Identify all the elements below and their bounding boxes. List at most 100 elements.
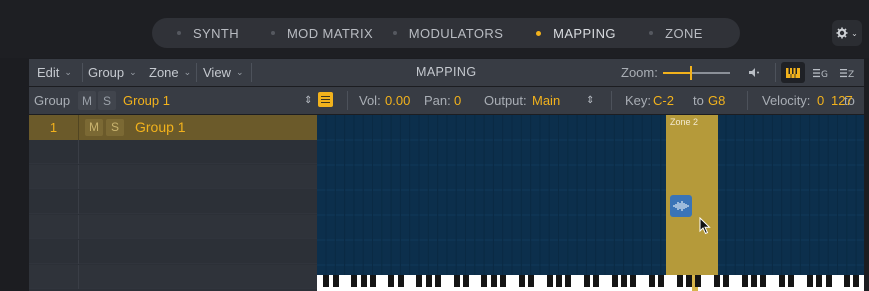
audio-file-button[interactable] <box>670 195 692 217</box>
black-key[interactable] <box>490 275 497 287</box>
black-key[interactable] <box>481 275 488 287</box>
row-number-cell <box>29 240 79 264</box>
black-key[interactable] <box>518 275 525 287</box>
row-number-cell <box>29 265 79 289</box>
zone-menu[interactable]: Zone ⌄ <box>149 59 191 86</box>
black-key[interactable] <box>751 275 758 287</box>
black-key[interactable] <box>360 275 367 287</box>
group-row-solo-button[interactable]: S <box>106 119 124 136</box>
velocity-high-value[interactable]: 127 <box>831 87 853 114</box>
zoom-slider-fill <box>663 72 691 74</box>
black-key[interactable] <box>388 275 395 287</box>
output-label: Output: <box>484 93 527 108</box>
black-key[interactable] <box>676 275 683 287</box>
black-key[interactable] <box>630 275 637 287</box>
group-name-field[interactable]: Group 1 <box>123 87 170 114</box>
volume-value[interactable]: 0.00 <box>385 87 410 114</box>
tab-synth[interactable]: SYNTH <box>152 18 264 48</box>
tab-mapping[interactable]: MAPPING <box>516 18 636 48</box>
zoom-slider[interactable] <box>663 66 730 80</box>
black-key[interactable] <box>620 275 627 287</box>
settings-menu-button[interactable]: ⌄ <box>832 20 862 46</box>
empty-row <box>29 190 317 214</box>
key-low-value[interactable]: C-2 <box>653 87 674 114</box>
black-key[interactable] <box>593 275 599 287</box>
piano-keyboard[interactable] <box>317 275 864 291</box>
group-mute-button[interactable]: M <box>78 91 96 110</box>
black-key[interactable] <box>713 275 720 287</box>
group-row[interactable]: 1 M S Group 1 <box>29 115 317 140</box>
black-key[interactable] <box>760 275 767 287</box>
black-key[interactable] <box>583 275 590 287</box>
black-key[interactable] <box>546 275 553 287</box>
group-row-mute-button[interactable]: M <box>85 119 103 136</box>
black-key[interactable] <box>788 275 795 287</box>
output-value[interactable]: Main <box>532 87 560 114</box>
tab-indicator-dot <box>649 31 654 35</box>
black-key[interactable] <box>565 275 572 287</box>
velocity-low-value[interactable]: 0 <box>817 87 824 114</box>
volume-label: Vol: <box>359 93 381 108</box>
group-menu-icon[interactable] <box>318 92 333 107</box>
updown-arrows-icon[interactable]: ⇕ <box>586 87 594 114</box>
black-key[interactable] <box>806 275 813 287</box>
black-key[interactable] <box>323 275 330 287</box>
black-key[interactable] <box>686 275 692 287</box>
black-key[interactable] <box>416 275 423 287</box>
black-key[interactable] <box>397 275 404 287</box>
black-key[interactable] <box>723 275 730 287</box>
black-key[interactable] <box>462 275 469 287</box>
black-key[interactable] <box>844 275 851 287</box>
black-key[interactable] <box>825 275 832 287</box>
mapping-grid[interactable]: Zone 2 <box>317 115 864 275</box>
key-high-value[interactable]: G8 <box>708 87 725 114</box>
key-range-label: Key: <box>625 93 652 108</box>
black-key[interactable] <box>500 275 506 287</box>
view-menu[interactable]: View ⌄ <box>203 59 244 86</box>
black-key[interactable] <box>779 275 785 287</box>
edit-menu[interactable]: Edit ⌄ <box>37 59 72 86</box>
group-view-button[interactable]: G <box>809 62 833 83</box>
divider <box>775 63 776 82</box>
piano-keys-icon <box>786 67 800 78</box>
tab-modulators[interactable]: MODULATORS <box>380 18 516 48</box>
keyboard-view-button[interactable] <box>781 62 805 83</box>
top-tab-bar: SYNTH MOD MATRIX MODULATORS MAPPING ZONE <box>0 0 869 58</box>
tab-mod-matrix[interactable]: MOD MATRIX <box>264 18 380 48</box>
black-key[interactable] <box>648 275 655 287</box>
tab-synth-label: SYNTH <box>192 25 240 41</box>
empty-row <box>29 240 317 264</box>
black-key[interactable] <box>853 275 860 287</box>
tab-zone[interactable]: ZONE <box>636 18 716 48</box>
empty-row <box>29 165 317 189</box>
section-tabs: SYNTH MOD MATRIX MODULATORS MAPPING ZONE <box>152 18 740 48</box>
black-key[interactable] <box>555 275 562 287</box>
group-menu[interactable]: Group ⌄ <box>88 59 137 86</box>
zoom-slider-thumb[interactable] <box>690 66 692 80</box>
black-key[interactable] <box>611 275 618 287</box>
group-solo-button[interactable]: S <box>98 91 116 110</box>
svg-text:G: G <box>821 70 828 78</box>
black-key[interactable] <box>425 275 432 287</box>
black-key[interactable] <box>434 275 441 287</box>
black-key[interactable] <box>741 275 748 287</box>
black-key[interactable] <box>695 275 702 287</box>
black-key[interactable] <box>351 275 358 287</box>
preview-audio-button[interactable] <box>743 62 765 83</box>
chevron-down-icon: ⌄ <box>183 67 192 77</box>
velocity-label: Velocity: <box>762 93 811 108</box>
black-key[interactable] <box>527 275 534 287</box>
pan-value[interactable]: 0 <box>454 87 461 114</box>
black-key[interactable] <box>816 275 823 287</box>
zone-block[interactable]: Zone 2 <box>666 115 718 275</box>
divider <box>82 63 83 82</box>
black-key[interactable] <box>369 275 376 287</box>
updown-arrows-icon[interactable]: ⇕ <box>304 87 312 114</box>
divider <box>747 91 748 110</box>
pan-label: Pan: <box>424 93 451 108</box>
black-key[interactable] <box>332 275 339 287</box>
black-key[interactable] <box>658 275 665 287</box>
black-key[interactable] <box>453 275 460 287</box>
group-row-name: Group 1 <box>135 119 186 135</box>
zone-view-button[interactable]: Z <box>836 62 860 83</box>
